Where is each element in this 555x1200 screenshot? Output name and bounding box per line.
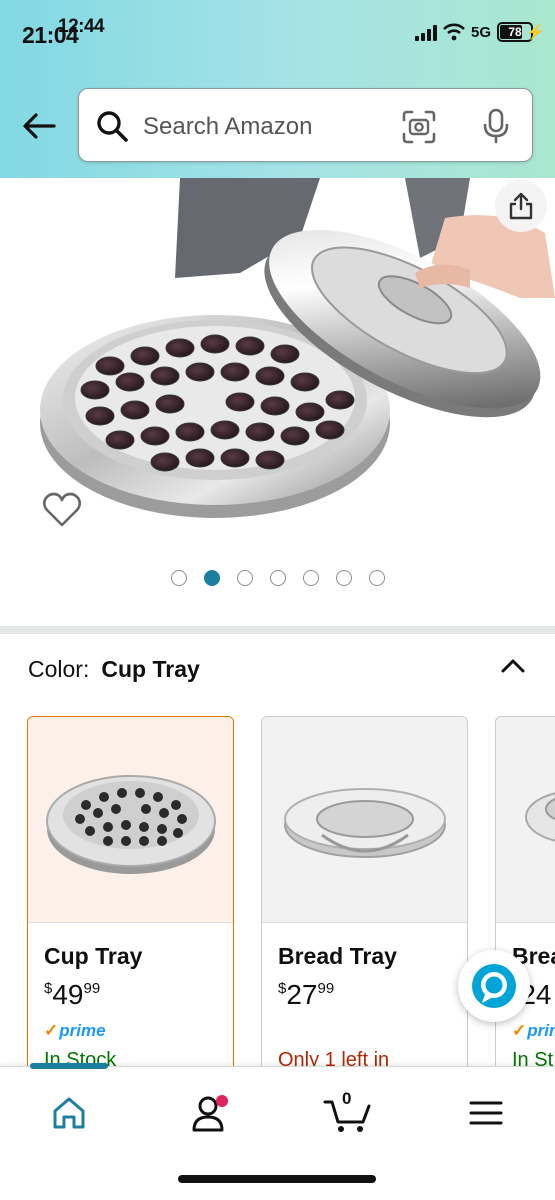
carousel-dots (0, 570, 555, 586)
nav-home[interactable] (39, 1089, 99, 1137)
header: 21:04 12:44 5G 78 ⚡ Search Amazon (0, 0, 555, 178)
variant-image (496, 717, 555, 923)
nav-account[interactable] (178, 1089, 238, 1137)
check-icon: ✓ (512, 1021, 527, 1040)
variant-card-bread-tray-partial[interactable]: Brea $24 ✓prim In St (495, 716, 555, 1076)
nav-cart[interactable]: 0 (318, 1089, 378, 1137)
wishlist-button[interactable] (38, 488, 86, 532)
wifi-icon (443, 23, 465, 41)
carousel-dot[interactable] (203, 570, 220, 586)
variant-image (28, 717, 233, 923)
battery-level: 78 (508, 25, 522, 39)
nav-menu[interactable] (456, 1089, 516, 1137)
prime-badge: ✓prim (512, 1021, 555, 1040)
color-label: Color: (28, 656, 90, 682)
variant-card-cup-tray[interactable]: Cup Tray $4999 ✓prime In Stock (27, 716, 234, 1076)
back-arrow-icon (23, 113, 56, 139)
carousel-dot[interactable] (269, 570, 286, 586)
variant-image (262, 717, 467, 923)
notification-dot (216, 1095, 228, 1107)
charging-icon: ⚡ (526, 24, 545, 41)
carousel-dot[interactable] (335, 570, 352, 586)
variant-price: $2799 (278, 979, 335, 1010)
battery-icon: 78 ⚡ (497, 22, 545, 42)
variant-price: $4999 (44, 979, 101, 1010)
cart-count: 0 (342, 1089, 352, 1108)
alexa-icon (472, 964, 516, 1008)
check-icon: ✓ (44, 1021, 59, 1040)
section-divider (0, 626, 555, 634)
search-icon (97, 111, 128, 142)
bottom-nav: 0 (0, 1063, 555, 1200)
signal-icon (414, 23, 437, 41)
collapse-button[interactable] (497, 650, 529, 682)
camera-scan-icon[interactable] (401, 109, 437, 145)
prime-badge: ✓prime (44, 1021, 106, 1040)
color-selector-label: Color: Cup Tray (28, 656, 200, 683)
variant-name: Bread Tray (278, 943, 397, 969)
status-time-overlay: 12:44 (58, 16, 105, 37)
product-page: 21:04 12:44 5G 78 ⚡ Search Amazon Color:… (0, 0, 555, 1200)
alexa-button[interactable] (458, 950, 530, 1022)
back-button[interactable] (18, 108, 60, 144)
nav-active-indicator (30, 1063, 108, 1069)
status-indicators: 5G 78 ⚡ (414, 22, 545, 42)
network-type: 5G (470, 23, 491, 41)
share-button[interactable] (495, 180, 547, 232)
home-indicator (178, 1175, 376, 1183)
chevron-up-icon (501, 659, 525, 673)
carousel-dot[interactable] (368, 570, 385, 586)
search-input[interactable]: Search Amazon (78, 88, 533, 162)
home-icon (53, 1097, 85, 1129)
heart-icon (42, 492, 82, 527)
product-image-carousel[interactable] (0, 178, 555, 618)
carousel-dot[interactable] (236, 570, 253, 586)
search-placeholder: Search Amazon (143, 113, 313, 140)
microphone-icon[interactable] (481, 107, 511, 145)
status-time: 21:04 12:44 (22, 16, 105, 48)
menu-icon (469, 1101, 503, 1125)
color-selected-value: Cup Tray (101, 656, 200, 682)
share-icon (509, 192, 533, 220)
variant-name: Cup Tray (44, 943, 143, 969)
carousel-dot[interactable] (302, 570, 319, 586)
product-photo (40, 178, 555, 518)
carousel-dot[interactable] (170, 570, 187, 586)
variant-card-bread-tray[interactable]: Bread Tray $2799 Only 1 left in (261, 716, 468, 1076)
